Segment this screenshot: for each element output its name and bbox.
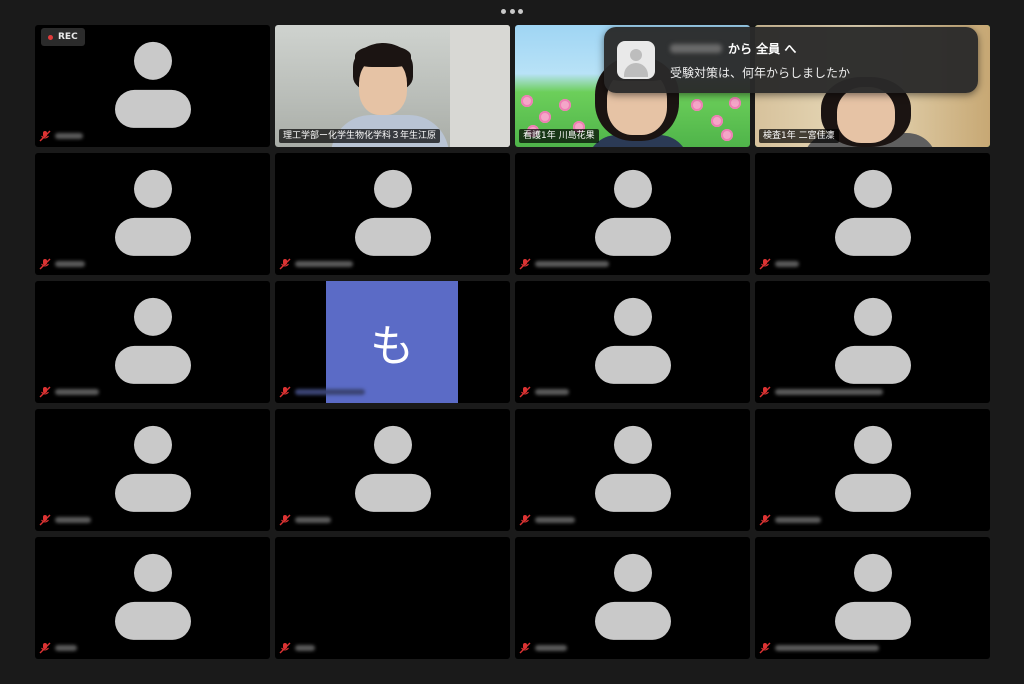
- chat-recipient: から 全員 へ: [728, 42, 797, 56]
- participant-namebar: [519, 513, 575, 527]
- avatar-placeholder-icon: [833, 169, 913, 262]
- avatar-placeholder-icon: [113, 169, 193, 262]
- avatar-placeholder-icon: [833, 425, 913, 518]
- recording-indicator: REC: [41, 28, 85, 46]
- participant-name-redacted: [55, 133, 83, 139]
- participant-namebar: [39, 129, 83, 143]
- mic-muted-icon: [39, 130, 51, 142]
- chat-notification[interactable]: から 全員 へ 受験対策は、何年からしましたか: [604, 27, 978, 93]
- avatar-placeholder-icon: [833, 553, 913, 646]
- participant-name-redacted: [775, 645, 879, 651]
- mic-muted-icon: [759, 514, 771, 526]
- participant-tile[interactable]: [755, 537, 990, 659]
- participant-namebar: [759, 641, 879, 655]
- participant-tile[interactable]: [515, 537, 750, 659]
- participant-tile[interactable]: [755, 409, 990, 531]
- participant-tile[interactable]: [275, 153, 510, 275]
- mic-muted-icon: [279, 514, 291, 526]
- participant-name-label: 理工学部ー化学生物化学科３年生江原: [279, 129, 441, 143]
- participant-name-redacted: [55, 389, 99, 395]
- participant-namebar: [279, 257, 353, 271]
- participant-namebar: [39, 641, 77, 655]
- mic-muted-icon: [279, 642, 291, 654]
- participant-tile[interactable]: [35, 409, 270, 531]
- mic-muted-icon: [759, 258, 771, 270]
- mic-muted-icon: [519, 642, 531, 654]
- participant-initial: も: [370, 321, 414, 372]
- record-dot-icon: [48, 34, 53, 40]
- mic-muted-icon: [519, 386, 531, 398]
- participant-name-redacted: [775, 261, 799, 267]
- participant-name-redacted: [295, 389, 365, 395]
- participant-name-redacted: [295, 517, 331, 523]
- mic-muted-icon: [759, 642, 771, 654]
- mic-muted-icon: [759, 386, 771, 398]
- participant-tile[interactable]: [35, 281, 270, 403]
- participant-tile[interactable]: [755, 281, 990, 403]
- participant-name-redacted: [55, 517, 91, 523]
- mic-muted-icon: [519, 258, 531, 270]
- avatar-placeholder-icon: [113, 553, 193, 646]
- participant-name-redacted: [535, 389, 569, 395]
- participant-name-redacted: [775, 389, 883, 395]
- participant-tile[interactable]: 理工学部ー化学生物化学科３年生江原: [275, 25, 510, 147]
- participant-name-redacted: [295, 645, 315, 651]
- avatar-placeholder-icon: [593, 553, 673, 646]
- mic-muted-icon: [519, 514, 531, 526]
- mic-muted-icon: [39, 642, 51, 654]
- participant-tile[interactable]: [515, 281, 750, 403]
- avatar-placeholder-icon: [593, 297, 673, 390]
- gallery-grid: REC 理工学部ー化学生物化学科３年生江原 看護1年 川島花果 検査1年 二宮佳…: [35, 25, 990, 659]
- participant-name-redacted: [775, 517, 821, 523]
- avatar-placeholder-icon: [833, 297, 913, 390]
- participant-name-redacted: [535, 517, 575, 523]
- avatar-placeholder-icon: [113, 297, 193, 390]
- participant-tile[interactable]: [515, 153, 750, 275]
- participant-namebar: [279, 641, 315, 655]
- participant-tile[interactable]: [275, 409, 510, 531]
- participant-namebar: [39, 257, 85, 271]
- participant-namebar: [759, 385, 883, 399]
- participant-tile[interactable]: REC: [35, 25, 270, 147]
- chat-sender: から 全員 へ: [670, 40, 796, 57]
- sender-avatar-icon: [617, 41, 655, 79]
- participant-namebar: [519, 641, 567, 655]
- participant-namebar: [519, 257, 609, 271]
- avatar-placeholder-icon: [593, 169, 673, 262]
- participant-tile-no-video[interactable]: [275, 537, 510, 659]
- more-options-icon[interactable]: [501, 6, 523, 16]
- chat-message: 受験対策は、何年からしましたか: [670, 66, 851, 80]
- mic-muted-icon: [39, 258, 51, 270]
- avatar-placeholder-icon: [353, 169, 433, 262]
- participant-namebar: [279, 513, 331, 527]
- participant-tile[interactable]: [35, 537, 270, 659]
- mic-muted-icon: [279, 258, 291, 270]
- participant-namebar: [519, 385, 569, 399]
- participant-name-redacted: [535, 645, 567, 651]
- participant-tile[interactable]: も: [275, 281, 510, 403]
- participant-namebar: [759, 257, 799, 271]
- participant-namebar: [279, 385, 365, 399]
- participant-tile[interactable]: [755, 153, 990, 275]
- participant-name-redacted: [55, 261, 85, 267]
- participant-namebar: [759, 513, 821, 527]
- avatar-placeholder-icon: [353, 425, 433, 518]
- participant-name-redacted: [55, 645, 77, 651]
- avatar-placeholder-icon: [113, 41, 193, 134]
- sender-name-redacted: [670, 44, 722, 53]
- participant-tile[interactable]: [515, 409, 750, 531]
- mic-muted-icon: [279, 386, 291, 398]
- participant-tile[interactable]: [35, 153, 270, 275]
- participant-namebar: [39, 513, 91, 527]
- mic-muted-icon: [39, 514, 51, 526]
- participant-name-label: 検査1年 二宮佳凜: [759, 129, 839, 143]
- participant-name-label: 看護1年 川島花果: [519, 129, 599, 143]
- participant-namebar: [39, 385, 99, 399]
- participant-name-redacted: [295, 261, 353, 267]
- avatar-placeholder-icon: [593, 425, 673, 518]
- mic-muted-icon: [39, 386, 51, 398]
- participant-name-redacted: [535, 261, 609, 267]
- avatar-placeholder-icon: [113, 425, 193, 518]
